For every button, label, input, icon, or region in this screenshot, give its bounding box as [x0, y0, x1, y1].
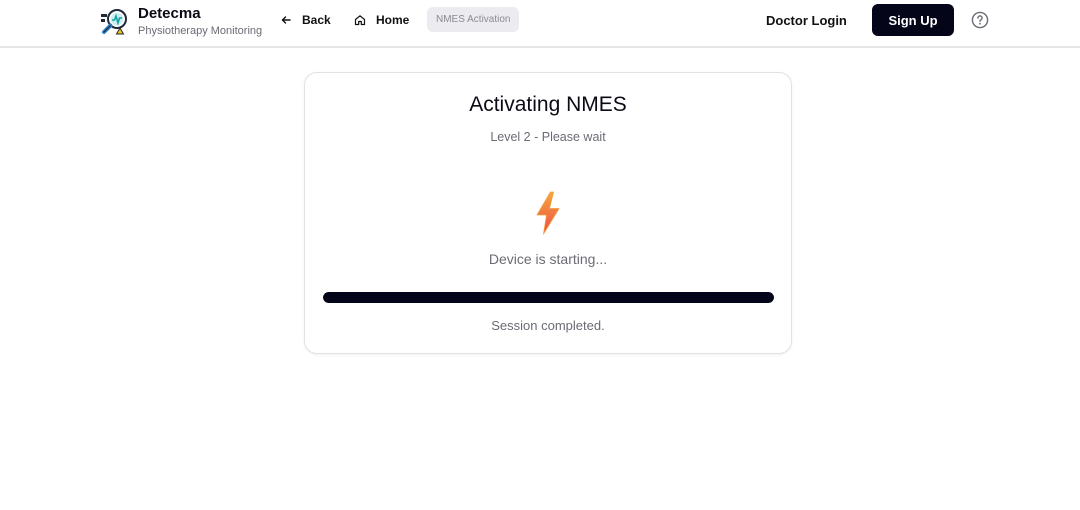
progress-bar — [323, 292, 774, 303]
brand-text: Detecma Physiotherapy Monitoring — [138, 6, 262, 38]
help-circle-icon[interactable] — [971, 11, 989, 29]
home-label: Home — [376, 13, 410, 27]
brand[interactable]: Detecma Physiotherapy Monitoring — [100, 5, 262, 39]
brand-name: Detecma — [138, 5, 201, 22]
back-button[interactable]: Back — [280, 10, 331, 30]
home-link[interactable]: Home — [354, 10, 409, 30]
card-subtitle: Level 2 - Please wait — [490, 130, 606, 144]
top-navigation-bar: Detecma Physiotherapy Monitoring Back Ho… — [0, 0, 1080, 48]
home-icon — [354, 15, 366, 26]
device-status-text: Device is starting... — [488, 251, 608, 267]
nmes-activation-card: Activating NMES Level 2 - Please wait De… — [304, 72, 792, 354]
back-label: Back — [302, 13, 331, 27]
card-title: Activating NMES — [469, 93, 627, 116]
current-page-breadcrumb: NMES Activation — [427, 7, 520, 32]
lightning-bolt-icon — [536, 191, 560, 235]
progress-bar-fill — [323, 292, 774, 303]
brand-subtitle: Physiotherapy Monitoring — [138, 25, 263, 37]
arrow-left-icon — [281, 16, 291, 24]
sign-up-button[interactable]: Sign Up — [872, 4, 954, 36]
magnifier-chart-logo-icon — [101, 9, 127, 35]
doctor-login-link[interactable]: Doctor Login — [766, 10, 847, 30]
session-status-text: Session completed. — [491, 318, 605, 333]
